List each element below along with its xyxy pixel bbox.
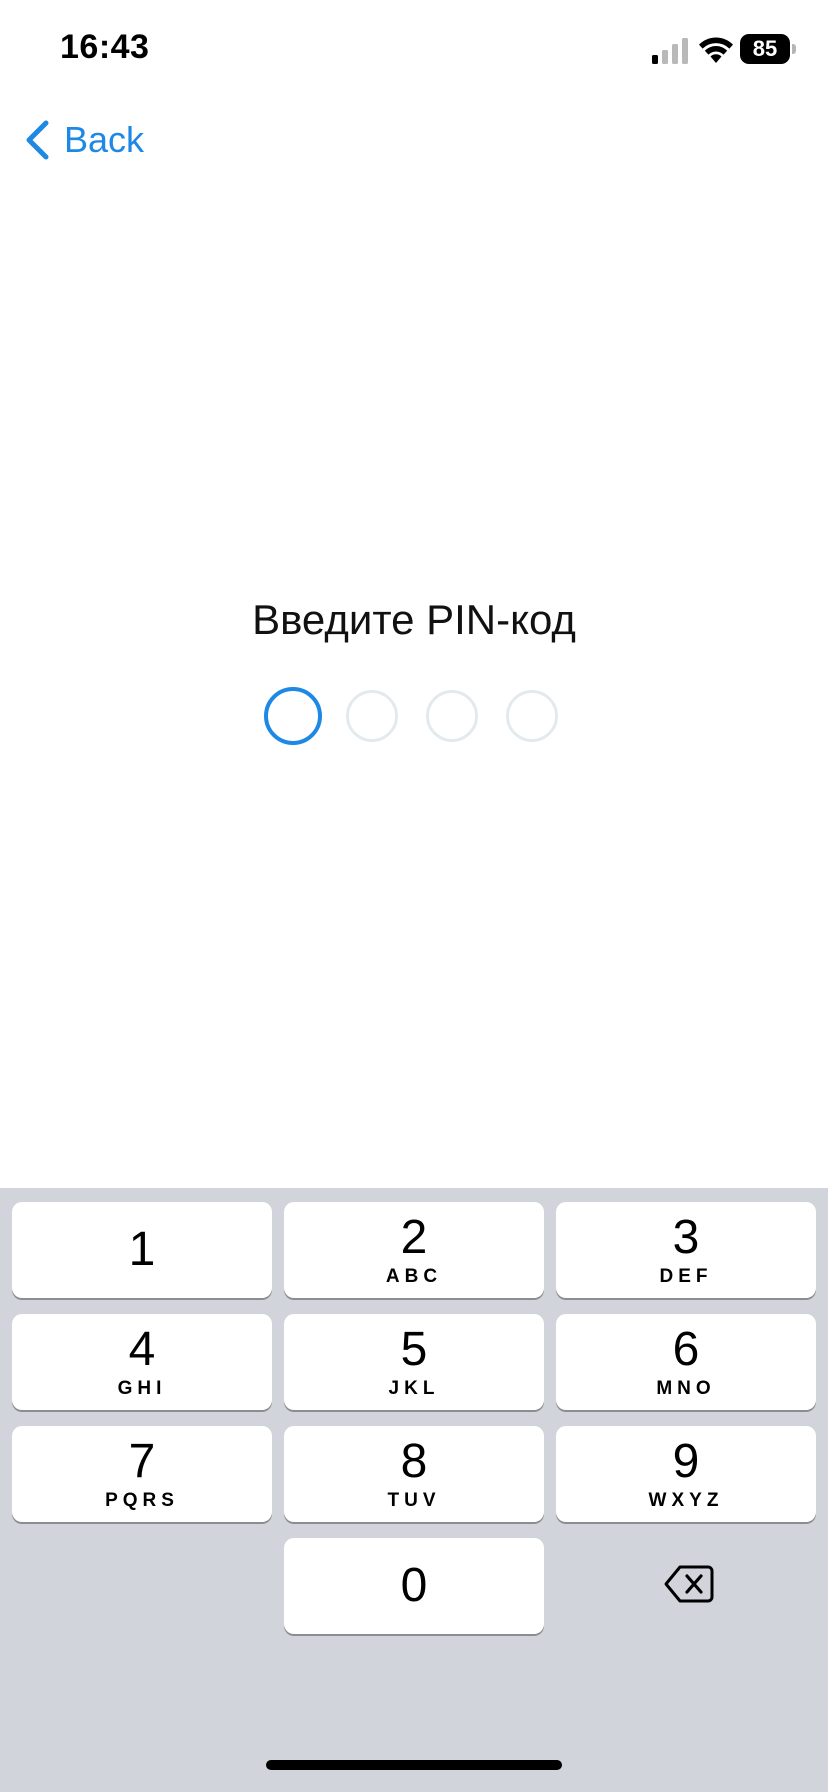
pin-indicator (264, 687, 564, 754)
battery-cap (792, 44, 796, 54)
key-0[interactable]: 0 (284, 1538, 544, 1634)
key-digit: 4 (128, 1323, 156, 1376)
status-bar: 16:43 85 (0, 0, 828, 100)
wifi-icon (699, 37, 733, 63)
key-letters: ABC (385, 1266, 443, 1287)
chevron-left-icon (26, 120, 49, 160)
pin-dot-2 (346, 690, 398, 742)
key-digit: 8 (400, 1435, 428, 1488)
key-letters: MNO (656, 1378, 716, 1399)
key-7[interactable]: 7 PQRS (12, 1426, 272, 1522)
key-letters: GHI (117, 1378, 167, 1399)
battery-level: 85 (740, 34, 790, 64)
key-digit: 5 (400, 1323, 428, 1376)
key-1[interactable]: 1 (12, 1202, 272, 1298)
key-3[interactable]: 3 DEF (556, 1202, 816, 1298)
back-label: Back (64, 119, 145, 160)
key-letters: WXYZ (648, 1490, 724, 1511)
pin-title: Введите PIN-код (252, 596, 576, 643)
pin-dot-3 (426, 690, 478, 742)
key-digit: 2 (400, 1211, 428, 1264)
key-digit: 3 (672, 1211, 700, 1264)
cellular-signal-icon (652, 38, 688, 64)
pin-dot-4 (506, 690, 558, 742)
back-button[interactable]: Back (22, 114, 144, 166)
key-4[interactable]: 4 GHI (12, 1314, 272, 1410)
key-digit: 6 (672, 1323, 700, 1376)
home-indicator[interactable] (266, 1760, 562, 1770)
key-digit: 0 (400, 1559, 428, 1612)
key-digit: 7 (128, 1435, 156, 1488)
key-letters: TUV (387, 1490, 441, 1511)
key-digit: 1 (128, 1223, 156, 1276)
backspace-icon (664, 1565, 714, 1603)
delete-button[interactable] (556, 1540, 816, 1636)
key-digit: 9 (672, 1435, 700, 1488)
battery-indicator: 85 (740, 34, 796, 64)
pin-dot-1 (264, 687, 322, 745)
key-9[interactable]: 9 WXYZ (556, 1426, 816, 1522)
key-2[interactable]: 2 ABC (284, 1202, 544, 1298)
key-5[interactable]: 5 JKL (284, 1314, 544, 1410)
key-letters: JKL (388, 1378, 440, 1399)
key-8[interactable]: 8 TUV (284, 1426, 544, 1522)
key-letters: DEF (659, 1266, 713, 1287)
status-time: 16:43 (60, 28, 150, 66)
key-6[interactable]: 6 MNO (556, 1314, 816, 1410)
key-letters: PQRS (105, 1490, 179, 1511)
